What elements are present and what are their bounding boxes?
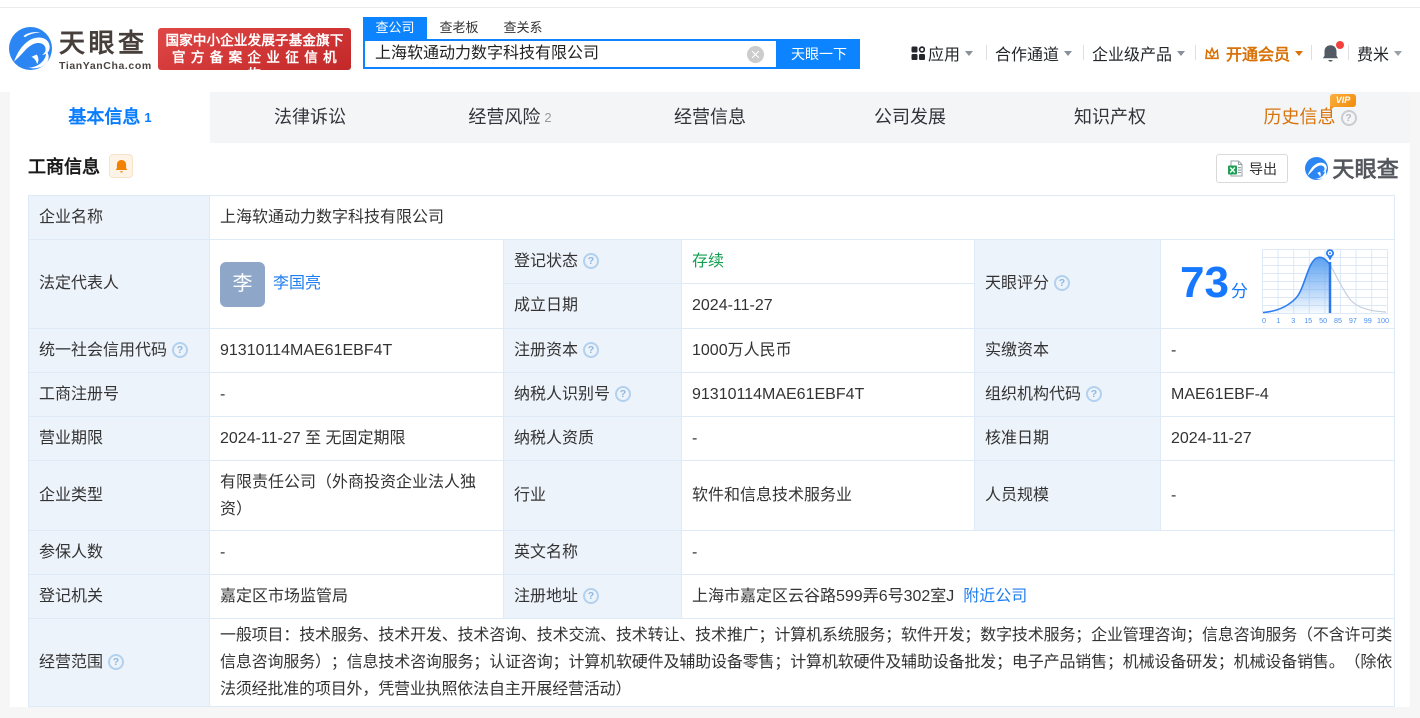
- svg-text:3: 3: [1291, 316, 1295, 325]
- svg-text:15: 15: [1304, 316, 1312, 325]
- svg-text:1: 1: [1276, 316, 1280, 325]
- svg-text:97: 97: [1349, 316, 1357, 325]
- svg-text:50: 50: [1319, 316, 1327, 325]
- svg-text:100: 100: [1377, 316, 1389, 325]
- svg-text:0: 0: [1262, 316, 1266, 325]
- svg-text:85: 85: [1334, 316, 1342, 325]
- svg-text:99: 99: [1364, 316, 1372, 325]
